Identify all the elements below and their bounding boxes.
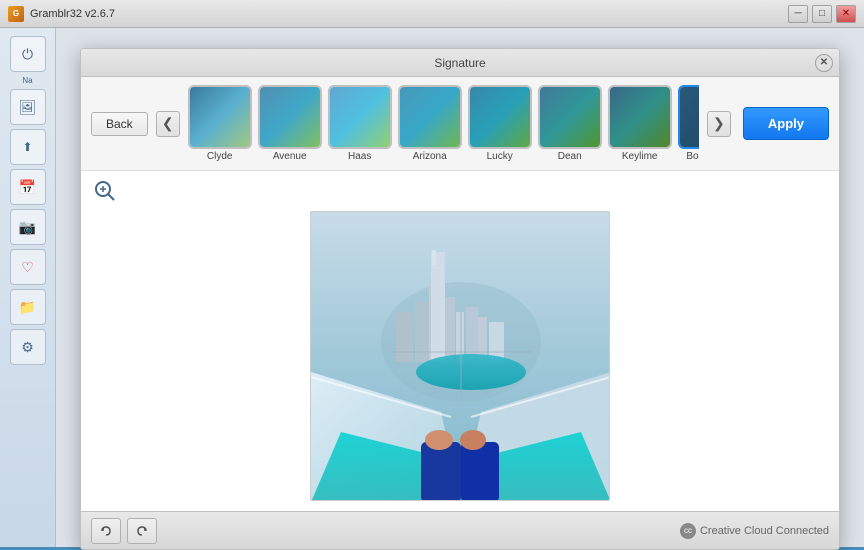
filter-strip: Back ❮ Clyde	[81, 77, 839, 171]
app-icon: G	[8, 6, 24, 22]
filter-thumb-lucky	[468, 85, 532, 149]
sidebar-item-heart[interactable]: ♡	[10, 249, 46, 285]
cc-status-label: Creative Cloud Connected	[700, 525, 829, 537]
bottom-toolbar: cc Creative Cloud Connected	[81, 511, 839, 549]
filter-thumb-dean	[538, 85, 602, 149]
next-arrow-button[interactable]: ❯	[707, 111, 731, 137]
signature-dialog: Signature ✕ Back ❮ Clyde	[80, 48, 840, 550]
filter-label-haas: Haas	[348, 151, 371, 162]
maximize-button[interactable]: □	[812, 5, 832, 23]
window-controls: ─ □ ✕	[788, 5, 856, 23]
sidebar-item-power[interactable]: ⏻	[10, 36, 46, 72]
back-button[interactable]: Back	[91, 112, 148, 136]
zoom-bar	[81, 171, 839, 211]
main-window: ⏻ Na 🖼 ⬆ 📅 📷 ♡ 📁 ⚙ Signature ✕ Back ❮	[0, 28, 864, 547]
filter-thumb-keylime	[608, 85, 672, 149]
undo-button[interactable]	[91, 518, 121, 544]
filter-item-keylime[interactable]: Keylime	[608, 85, 672, 162]
undo-icon	[99, 524, 113, 538]
title-bar: G Gramblr32 v2.6.7 ─ □ ✕	[0, 0, 864, 28]
filter-label-keylime: Keylime	[622, 151, 658, 162]
close-button[interactable]: ✕	[836, 5, 856, 23]
filter-label-boardwalk: Boardwalk	[686, 151, 699, 162]
sidebar-label-na: Na	[22, 76, 32, 85]
filter-thumb-clyde	[188, 85, 252, 149]
sidebar-item-upload[interactable]: ⬆	[10, 129, 46, 165]
filter-thumb-arizona	[398, 85, 462, 149]
sidebar: ⏻ Na 🖼 ⬆ 📅 📷 ♡ 📁 ⚙	[0, 28, 56, 547]
minimize-button[interactable]: ─	[788, 5, 808, 23]
dialog-titlebar: Signature ✕	[81, 49, 839, 77]
dialog-title: Signature	[434, 56, 485, 70]
scene-svg	[311, 212, 609, 500]
main-image	[310, 211, 610, 501]
sidebar-item-images[interactable]: 🖼	[10, 89, 46, 125]
sidebar-item-photo[interactable]: 📷	[10, 209, 46, 245]
sidebar-item-calendar[interactable]: 📅	[10, 169, 46, 205]
filter-thumb-boardwalk	[678, 85, 699, 149]
filter-item-avenue[interactable]: Avenue	[258, 85, 322, 162]
filter-item-clyde[interactable]: Clyde	[188, 85, 252, 162]
content-area: Signature ✕ Back ❮ Clyde	[56, 28, 864, 547]
filter-label-clyde: Clyde	[207, 151, 233, 162]
zoom-svg	[94, 180, 116, 202]
filter-label-lucky: Lucky	[487, 151, 513, 162]
filter-item-arizona[interactable]: Arizona	[398, 85, 462, 162]
filter-label-avenue: Avenue	[273, 151, 307, 162]
sidebar-item-folder[interactable]: 📁	[10, 289, 46, 325]
dialog-overlay: Signature ✕ Back ❮ Clyde	[56, 28, 864, 547]
zoom-icon[interactable]	[91, 177, 119, 205]
filter-item-boardwalk[interactable]: Boardwalk	[678, 85, 699, 162]
image-area	[81, 211, 839, 511]
redo-icon	[135, 524, 149, 538]
filter-item-haas[interactable]: Haas	[328, 85, 392, 162]
apply-button[interactable]: Apply	[743, 107, 829, 140]
app-title: Gramblr32 v2.6.7	[30, 8, 788, 20]
sidebar-item-settings[interactable]: ⚙	[10, 329, 46, 365]
filter-label-arizona: Arizona	[413, 151, 447, 162]
img-scene	[311, 212, 609, 500]
filter-item-dean[interactable]: Dean	[538, 85, 602, 162]
dialog-close-button[interactable]: ✕	[815, 54, 833, 72]
creative-cloud-icon: cc	[680, 523, 696, 539]
prev-arrow-button[interactable]: ❮	[156, 111, 180, 137]
redo-button[interactable]	[127, 518, 157, 544]
filter-thumb-haas	[328, 85, 392, 149]
filter-item-lucky[interactable]: Lucky	[468, 85, 532, 162]
filter-thumb-avenue	[258, 85, 322, 149]
filters-scroll: Clyde Avenue Haas	[188, 85, 699, 162]
filter-label-dean: Dean	[558, 151, 582, 162]
cc-status: cc Creative Cloud Connected	[680, 523, 829, 539]
